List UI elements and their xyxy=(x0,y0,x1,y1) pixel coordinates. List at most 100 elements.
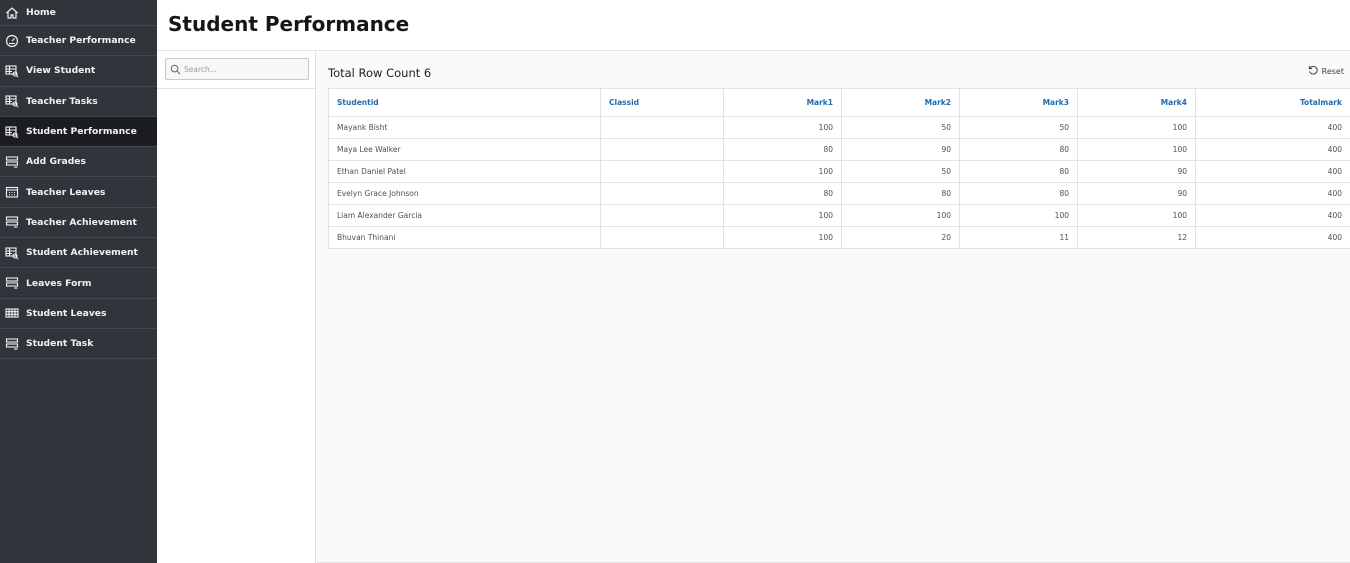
cell-totalmark: 400 xyxy=(1195,160,1350,183)
divider xyxy=(157,88,315,89)
table-header-row: Studentid Classid Mark1 Mark2 Mark3 Mark… xyxy=(328,88,1350,117)
sidebar-nav: Home Teacher Performance View Student Te… xyxy=(0,0,157,563)
cell-studentid: Liam Alexander Garcia xyxy=(328,204,601,227)
sidebar-item-student-performance[interactable]: Student Performance xyxy=(0,116,157,148)
cell-classid xyxy=(600,226,724,249)
table-row: Bhuvan Thinani 100 20 11 12 400 xyxy=(328,226,1350,249)
column-header-mark1[interactable]: Mark1 xyxy=(723,88,842,117)
cell-mark3: 11 xyxy=(959,226,1078,249)
cell-classid xyxy=(600,182,724,205)
sidebar-item-label: Student Achievement xyxy=(26,247,138,259)
table-row: Ethan Daniel Patel 100 50 80 90 400 xyxy=(328,160,1350,183)
cell-studentid: Mayank Bisht xyxy=(328,116,601,139)
reset-icon xyxy=(1308,65,1322,78)
sidebar-item-home[interactable]: Home xyxy=(0,0,157,26)
sidebar-item-student-task[interactable]: Student Task xyxy=(0,329,157,360)
cell-mark2: 80 xyxy=(841,182,960,205)
sidebar-item-label: Teacher Tasks xyxy=(26,95,98,107)
app-root: Home Teacher Performance View Student Te… xyxy=(0,0,1350,563)
search-icon xyxy=(170,60,184,79)
sidebar-item-teacher-leaves[interactable]: Teacher Leaves xyxy=(0,177,157,208)
cell-mark4: 100 xyxy=(1077,116,1196,139)
sidebar-item-teacher-achievement[interactable]: Teacher Achievement xyxy=(0,208,157,239)
sidebar-item-label: Student Leaves xyxy=(26,307,107,319)
cell-totalmark: 400 xyxy=(1195,204,1350,227)
form-icon xyxy=(5,155,19,169)
cell-totalmark: 400 xyxy=(1195,116,1350,139)
sidebar-item-label: Add Grades xyxy=(26,156,87,168)
column-header-classid[interactable]: Classid xyxy=(600,88,724,117)
column-header-mark4[interactable]: Mark4 xyxy=(1077,88,1196,117)
cell-studentid: Ethan Daniel Patel xyxy=(328,160,601,183)
grid-icon xyxy=(5,306,19,320)
column-header-totalmark[interactable]: Totalmark xyxy=(1195,88,1350,117)
cell-mark2: 90 xyxy=(841,138,960,161)
form-icon xyxy=(5,276,19,290)
search-box[interactable] xyxy=(165,58,309,80)
home-icon xyxy=(5,6,19,20)
sidebar-item-label: View Student xyxy=(26,65,96,77)
sidebar-item-label: Teacher Leaves xyxy=(26,186,106,198)
cell-mark3: 80 xyxy=(959,182,1078,205)
cell-mark1: 100 xyxy=(723,226,842,249)
cell-mark2: 100 xyxy=(841,204,960,227)
sidebar-item-label: Student Performance xyxy=(26,126,137,138)
sidebar-item-student-leaves[interactable]: Student Leaves xyxy=(0,299,157,329)
cell-mark2: 20 xyxy=(841,226,960,249)
sidebar-item-label: Leaves Form xyxy=(26,277,92,289)
table-row: Liam Alexander Garcia 100 100 100 100 40… xyxy=(328,204,1350,227)
cell-studentid: Maya Lee Walker xyxy=(328,138,601,161)
sidebar-item-teacher-performance[interactable]: Teacher Performance xyxy=(0,26,157,57)
search-panel xyxy=(157,51,316,563)
sidebar-item-view-student[interactable]: View Student xyxy=(0,56,157,87)
column-header-mark3[interactable]: Mark3 xyxy=(959,88,1078,117)
cell-mark3: 80 xyxy=(959,160,1078,183)
cell-mark2: 50 xyxy=(841,116,960,139)
cell-classid xyxy=(600,138,724,161)
cell-mark4: 100 xyxy=(1077,204,1196,227)
column-header-mark2[interactable]: Mark2 xyxy=(841,88,960,117)
cell-totalmark: 400 xyxy=(1195,182,1350,205)
cell-mark4: 90 xyxy=(1077,182,1196,205)
table-row: Maya Lee Walker 80 90 80 100 400 xyxy=(328,138,1350,161)
table-search-icon xyxy=(5,125,19,139)
sidebar-item-teacher-tasks[interactable]: Teacher Tasks xyxy=(0,87,157,117)
cell-mark1: 100 xyxy=(723,204,842,227)
report-region: Total Row Count 6 Reset Studentid Classi… xyxy=(317,51,1350,563)
cell-mark1: 80 xyxy=(723,138,842,161)
cell-mark4: 12 xyxy=(1077,226,1196,249)
reset-label: Reset xyxy=(1321,67,1344,76)
cell-totalmark: 400 xyxy=(1195,138,1350,161)
sidebar-item-label: Home xyxy=(26,7,56,18)
cell-totalmark: 400 xyxy=(1195,226,1350,249)
report-table: Studentid Classid Mark1 Mark2 Mark3 Mark… xyxy=(328,88,1350,249)
cell-mark4: 100 xyxy=(1077,138,1196,161)
cell-mark4: 90 xyxy=(1077,160,1196,183)
sidebar-item-label: Teacher Performance xyxy=(26,35,136,47)
sidebar-item-add-grades[interactable]: Add Grades xyxy=(0,147,157,178)
table-search-icon xyxy=(5,94,19,108)
cell-mark3: 50 xyxy=(959,116,1078,139)
form-icon xyxy=(5,337,19,351)
row-count-label: Total Row Count 6 xyxy=(328,66,432,80)
gauge-icon xyxy=(5,34,19,48)
search-input[interactable] xyxy=(184,64,294,74)
cell-studentid: Evelyn Grace Johnson xyxy=(328,182,601,205)
column-header-studentid[interactable]: Studentid xyxy=(328,88,601,117)
table-search-icon xyxy=(5,246,19,260)
cell-mark1: 80 xyxy=(723,182,842,205)
cell-classid xyxy=(600,160,724,183)
sidebar-item-student-achievement[interactable]: Student Achievement xyxy=(0,238,157,269)
reset-button[interactable]: Reset xyxy=(1308,65,1344,78)
calendar-icon xyxy=(5,185,19,199)
cell-classid xyxy=(600,204,724,227)
page-title: Student Performance xyxy=(168,12,410,36)
cell-mark3: 100 xyxy=(959,204,1078,227)
table-row: Evelyn Grace Johnson 80 80 80 90 400 xyxy=(328,182,1350,205)
sidebar-item-label: Student Task xyxy=(26,338,94,350)
sidebar-item-leaves-form[interactable]: Leaves Form xyxy=(0,268,157,299)
table-search-icon xyxy=(5,64,19,78)
sidebar-item-label: Teacher Achievement xyxy=(26,216,137,228)
cell-mark2: 50 xyxy=(841,160,960,183)
table-row: Mayank Bisht 100 50 50 100 400 xyxy=(328,116,1350,139)
